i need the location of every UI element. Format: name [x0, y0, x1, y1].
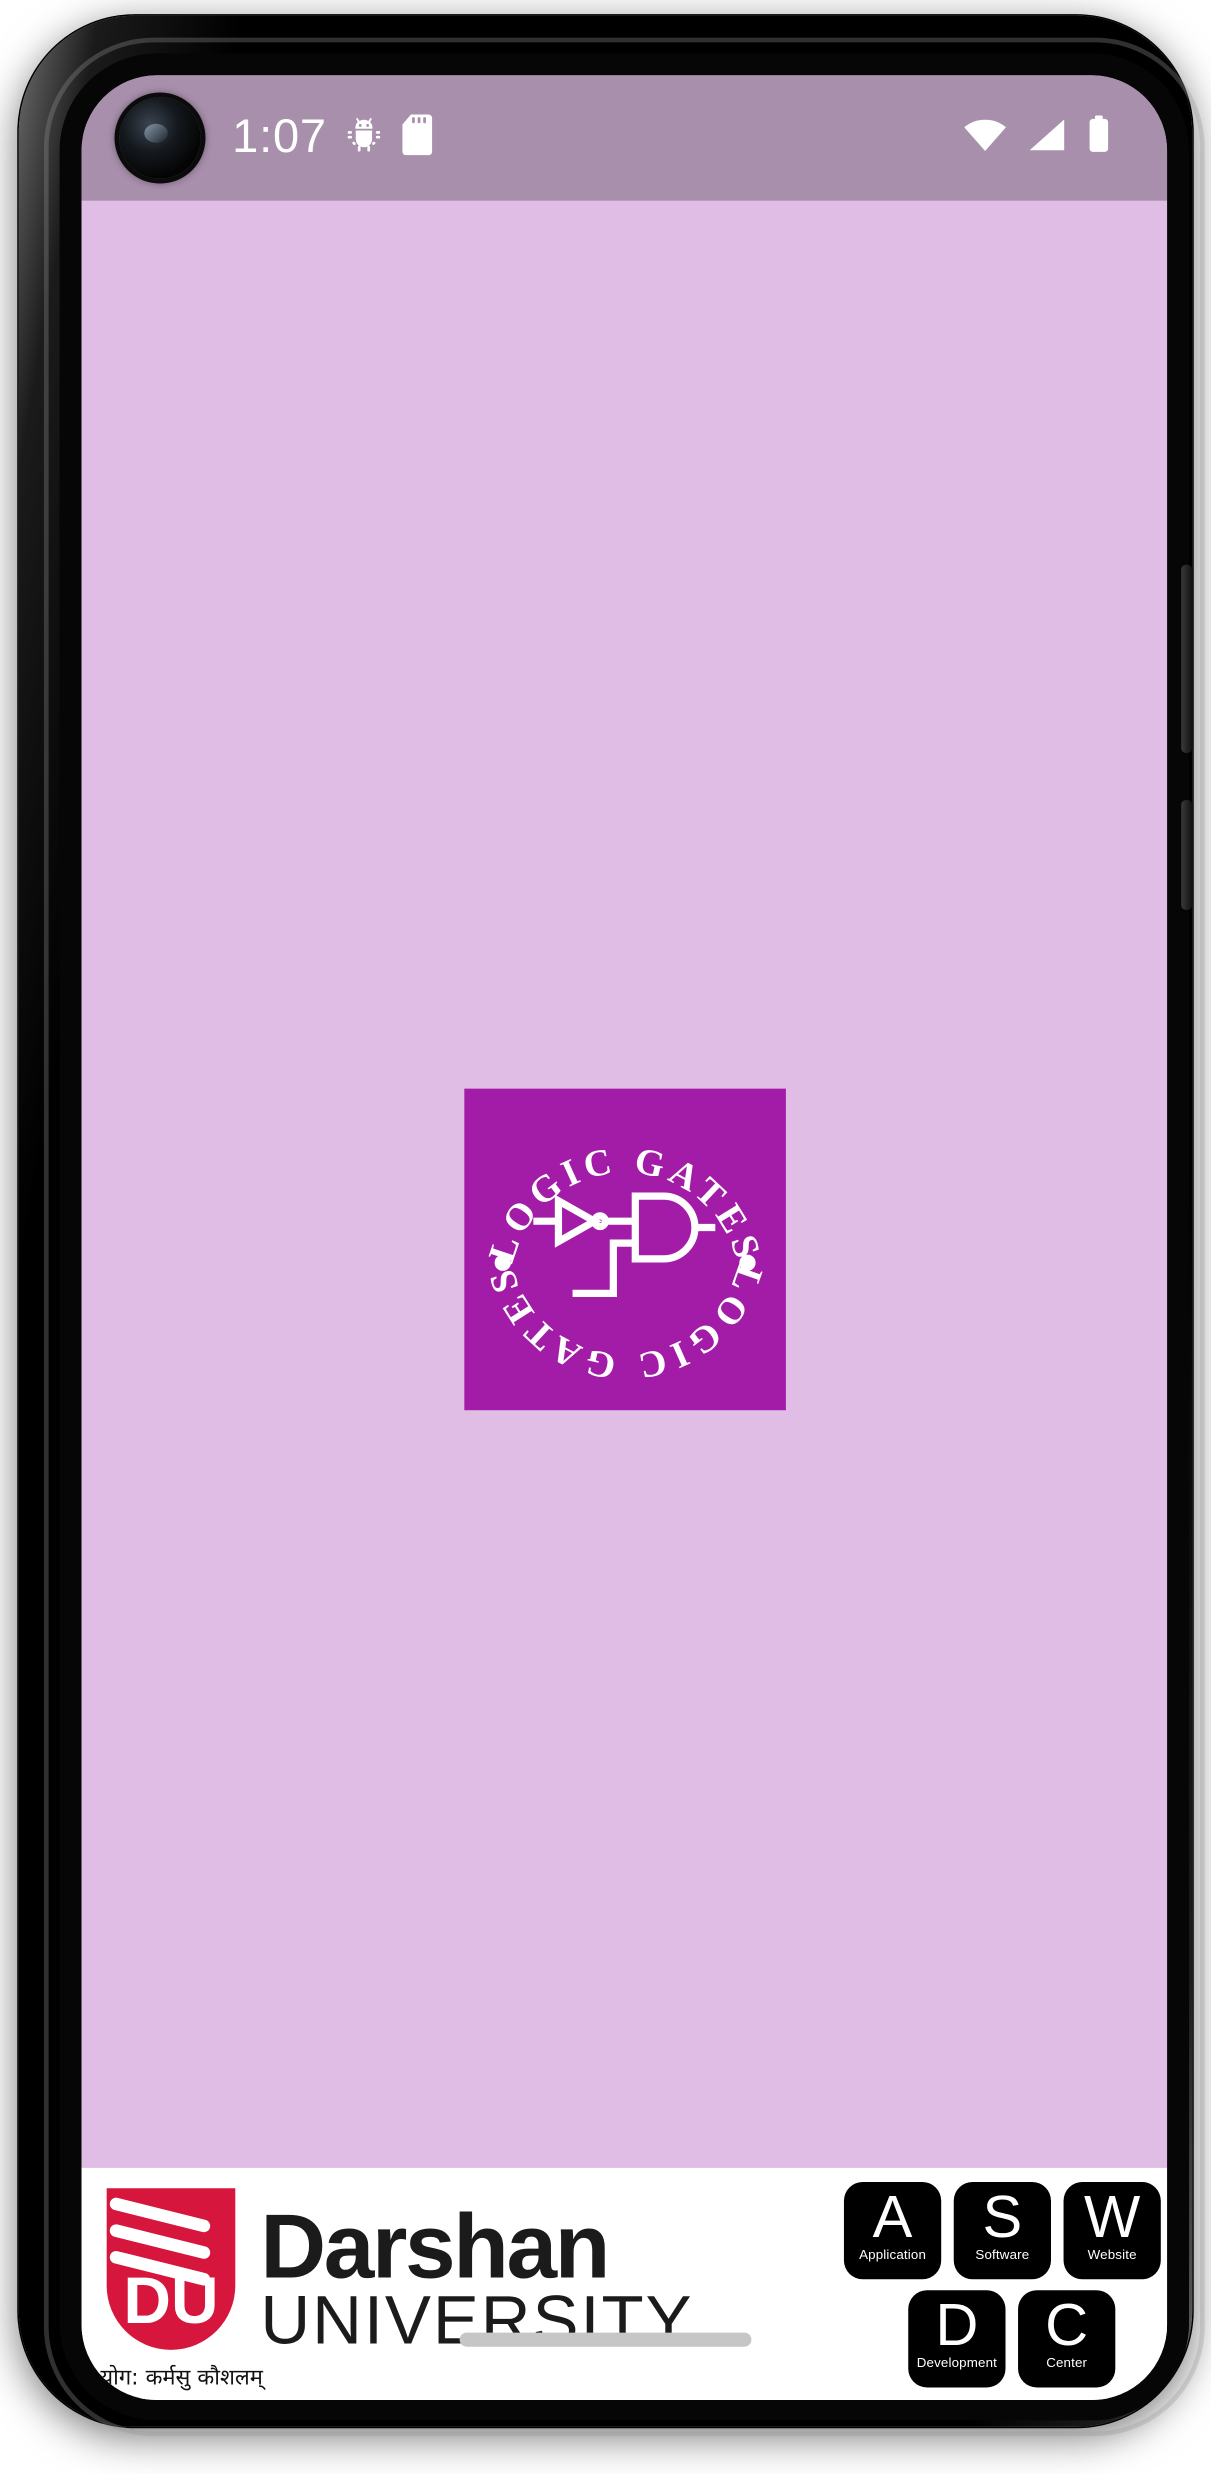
aswdc-badge-letter: S	[982, 2184, 1023, 2251]
phone-device: 1:07 LOGIC GATES LOGIC GATES DU Darshan …	[0, 0, 1205, 2437]
status-bar-left-group: 1:07	[232, 114, 433, 163]
not-and-gate-diagram	[532, 1187, 717, 1311]
logo-ring-dot-left	[493, 1253, 511, 1271]
logo-ring-dot-right	[738, 1253, 755, 1271]
cell-signal-icon	[1027, 117, 1066, 159]
aswdc-row-1: A Application S Software W Website	[819, 2181, 1161, 2279]
screenshot-stage: 1:07 LOGIC GATES LOGIC GATES DU Darshan …	[0, 0, 1211, 2474]
volume-rocker-button[interactable]	[1181, 564, 1193, 753]
aswdc-badge-word: Software	[975, 2246, 1030, 2263]
phone-body: 1:07 LOGIC GATES LOGIC GATES DU Darshan …	[18, 15, 1205, 2437]
aswdc-badge-website: W Website	[1063, 2181, 1161, 2279]
gesture-nav-area	[60, 2289, 1152, 2389]
phone-screen: 1:07 LOGIC GATES LOGIC GATES DU Darshan …	[81, 75, 1168, 2401]
status-bar: 1:07	[81, 75, 1168, 201]
status-bar-right-group	[963, 115, 1110, 162]
battery-full-icon	[1087, 115, 1111, 162]
sd-card-icon	[402, 113, 433, 163]
aswdc-badge-letter: A	[872, 2184, 913, 2251]
camera-lens-glint	[144, 123, 168, 143]
power-button[interactable]	[1181, 800, 1193, 910]
logic-gates-app-logo: LOGIC GATES LOGIC GATES	[463, 1087, 786, 1410]
front-camera-punch-hole	[119, 97, 201, 179]
app-logo-container: LOGIC GATES LOGIC GATES	[82, 201, 1168, 2400]
university-name-line1: Darshan	[260, 2195, 610, 2298]
aswdc-badge-software: S Software	[953, 2181, 1051, 2279]
home-gesture-pill[interactable]	[459, 2331, 752, 2346]
splash-screen-body: LOGIC GATES LOGIC GATES DU Darshan UNIVE…	[81, 200, 1168, 2401]
status-bar-clock: 1:07	[232, 111, 327, 164]
wifi-icon	[963, 117, 1007, 159]
aswdc-badge-letter: W	[1084, 2184, 1141, 2251]
aswdc-badge-application: A Application	[843, 2181, 942, 2279]
android-debug-icon	[344, 114, 385, 163]
aswdc-badge-word: Application	[859, 2246, 927, 2263]
aswdc-badge-word: Website	[1087, 2246, 1137, 2263]
